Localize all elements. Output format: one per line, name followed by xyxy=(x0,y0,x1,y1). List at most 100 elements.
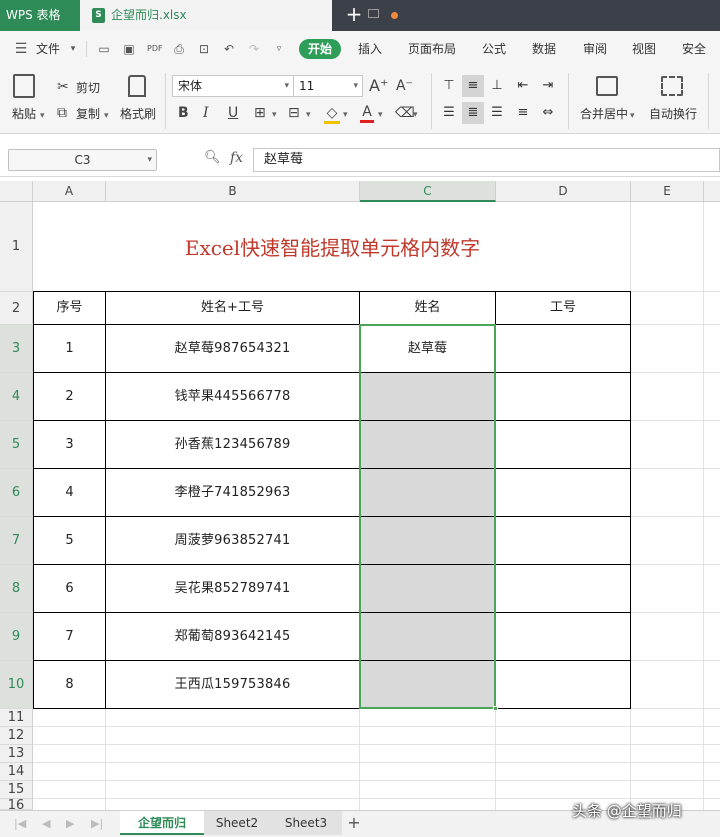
cell-id[interactable] xyxy=(496,661,630,708)
increase-font-icon[interactable]: A⁺ xyxy=(369,78,388,94)
hamburger-menu-icon[interactable]: ☰ xyxy=(14,42,28,56)
cell-style-icon[interactable]: ⊟ xyxy=(288,105,300,121)
tab-insert[interactable]: 插入 xyxy=(358,40,382,58)
header-cell-name[interactable]: 姓名 xyxy=(360,292,495,324)
cut-button[interactable]: 剪切 xyxy=(76,81,100,95)
align-middle-icon[interactable]: ≡ xyxy=(462,75,484,97)
column-header-a[interactable]: A xyxy=(33,181,106,202)
row-header-4[interactable]: 4 xyxy=(0,373,33,421)
distribute-icon[interactable]: ⇔ xyxy=(537,102,559,124)
cell-no[interactable]: 3 xyxy=(34,421,105,468)
row-header-14[interactable]: 14 xyxy=(0,763,33,781)
row-header-11[interactable]: 11 xyxy=(0,709,33,727)
cell-no[interactable]: 8 xyxy=(34,661,105,708)
fill-handle[interactable] xyxy=(493,706,498,711)
row-header-10[interactable]: 10 xyxy=(0,661,33,709)
tab-page-layout[interactable]: 页面布局 xyxy=(408,40,456,58)
cell-id[interactable] xyxy=(496,469,630,516)
border-icon[interactable]: ⊞ xyxy=(254,105,266,121)
select-all-corner[interactable] xyxy=(0,181,33,202)
column-header-c[interactable]: C xyxy=(360,181,496,202)
cell-id[interactable] xyxy=(496,517,630,564)
scissors-icon[interactable]: ✂ xyxy=(57,79,69,95)
align-left-icon[interactable]: ☰ xyxy=(438,102,460,124)
chevron-down-icon[interactable]: ▾ xyxy=(378,107,383,123)
cell-no[interactable]: 2 xyxy=(34,373,105,420)
align-center-icon[interactable]: ≣ xyxy=(462,102,484,124)
cell-id[interactable] xyxy=(496,373,630,420)
header-cell-no[interactable]: 序号 xyxy=(34,292,105,324)
align-right-icon[interactable]: ☰ xyxy=(486,102,508,124)
row-header-9[interactable]: 9 xyxy=(0,613,33,661)
format-painter-button[interactable]: 格式刷 xyxy=(120,107,156,121)
sheet-title[interactable]: Excel快速智能提取单元格内数字 xyxy=(105,233,560,263)
tab-home[interactable]: 开始 xyxy=(299,39,342,59)
cell-no[interactable]: 5 xyxy=(34,517,105,564)
row-header-15[interactable]: 15 xyxy=(0,781,33,799)
chevron-down-icon[interactable]: ▾ xyxy=(630,109,635,123)
chevron-down-icon[interactable]: ▾ xyxy=(104,109,109,123)
copy-button[interactable]: 复制 xyxy=(76,107,100,121)
row-header-16[interactable]: 16 xyxy=(0,799,33,810)
row-header-6[interactable]: 6 xyxy=(0,469,33,517)
row-header-8[interactable]: 8 xyxy=(0,565,33,613)
merge-center-icon[interactable] xyxy=(596,76,618,96)
cell-no[interactable]: 4 xyxy=(34,469,105,516)
cell-name-id[interactable]: 吴花果852789741 xyxy=(106,565,359,612)
copy-icon[interactable]: ⧉ xyxy=(57,105,67,121)
underline-icon[interactable]: U xyxy=(228,105,238,121)
save-icon[interactable]: ▣ xyxy=(122,42,136,56)
export-pdf-icon[interactable]: PDF xyxy=(147,42,163,56)
prev-sheet-icon[interactable]: ◀ xyxy=(42,815,50,833)
formula-input[interactable]: 赵草莓 xyxy=(253,148,720,172)
font-name-select[interactable]: 宋体 ▾ xyxy=(172,75,294,97)
indent-increase-icon[interactable]: ⇥ xyxy=(537,75,559,97)
row-header-5[interactable]: 5 xyxy=(0,421,33,469)
add-sheet-button[interactable]: + xyxy=(342,811,366,835)
file-menu[interactable]: 文件 xyxy=(36,40,60,58)
cell-name-id[interactable]: 李橙子741852963 xyxy=(106,469,359,516)
format-painter-icon[interactable] xyxy=(128,75,146,97)
header-cell-name-id[interactable]: 姓名+工号 xyxy=(106,292,359,324)
open-folder-icon[interactable]: ▭ xyxy=(97,42,111,56)
column-header-b[interactable]: B xyxy=(106,181,360,202)
cell-no[interactable]: 7 xyxy=(34,613,105,660)
column-header-d[interactable]: D xyxy=(496,181,631,202)
cell-id[interactable] xyxy=(496,325,630,372)
eraser-icon[interactable]: ⌫ xyxy=(395,105,415,121)
chevron-down-icon[interactable]: ▾ xyxy=(272,107,277,123)
sheet-tab-active[interactable]: 企望而归 xyxy=(120,811,204,835)
row-header-12[interactable]: 12 xyxy=(0,727,33,745)
new-tab-button[interactable]: + xyxy=(342,0,366,31)
cell-name-id[interactable]: 孙香蕉123456789 xyxy=(106,421,359,468)
cell-name-id[interactable]: 王西瓜159753846 xyxy=(106,661,359,708)
align-top-icon[interactable]: ⊤ xyxy=(438,75,460,97)
redo-icon[interactable]: ↷ xyxy=(247,42,261,56)
row-header-3[interactable]: 3 xyxy=(0,325,33,373)
auto-wrap-button[interactable]: 自动换行 xyxy=(649,107,697,121)
header-cell-id[interactable]: 工号 xyxy=(496,292,630,324)
justify-icon[interactable]: ≡ xyxy=(512,102,534,124)
last-sheet-icon[interactable]: ▶| xyxy=(91,815,103,833)
name-box[interactable]: C3 ▾ xyxy=(8,149,157,171)
cell-no[interactable]: 6 xyxy=(34,565,105,612)
chevron-down-icon[interactable]: ▾ xyxy=(66,42,80,56)
italic-icon[interactable]: I xyxy=(203,105,209,121)
decrease-font-icon[interactable]: A⁻ xyxy=(396,78,413,94)
file-tab[interactable]: S 企望而归.xlsx xyxy=(80,0,398,31)
row-header-7[interactable]: 7 xyxy=(0,517,33,565)
next-sheet-icon[interactable]: ▶ xyxy=(66,815,74,833)
cell-id[interactable] xyxy=(496,565,630,612)
app-tab[interactable]: WPS 表格 xyxy=(0,0,80,31)
tab-view[interactable]: 视图 xyxy=(632,40,656,58)
row-header-1[interactable]: 1 xyxy=(0,202,33,292)
tab-review[interactable]: 审阅 xyxy=(583,40,607,58)
fill-color-icon[interactable]: ◇ xyxy=(324,105,340,124)
print-icon[interactable]: ⎙ xyxy=(172,42,186,56)
cell-id[interactable] xyxy=(496,613,630,660)
chevron-down-icon[interactable]: ▾ xyxy=(413,107,418,123)
customize-dropdown-icon[interactable]: ▿ xyxy=(272,42,286,56)
column-header-e[interactable]: E xyxy=(631,181,704,202)
row-header-2[interactable]: 2 xyxy=(0,292,33,325)
chevron-down-icon[interactable]: ▾ xyxy=(343,107,348,123)
